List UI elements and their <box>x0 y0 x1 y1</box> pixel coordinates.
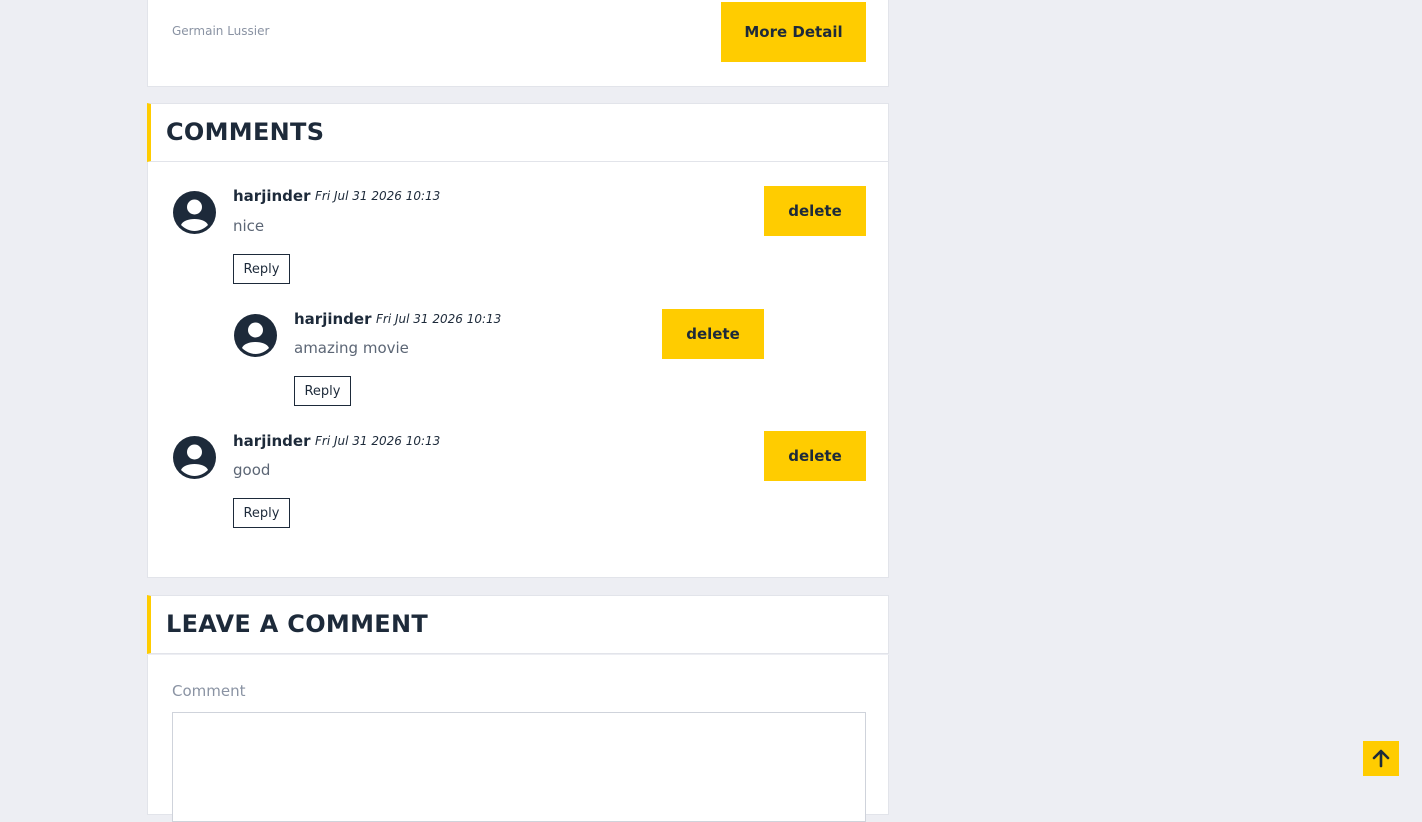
comment-date: Fri Jul 31 2026 10:13 <box>376 312 502 326</box>
user-avatar-icon <box>234 314 277 357</box>
user-avatar-icon <box>173 436 216 479</box>
post-card: Germain Lussier More Detail <box>147 0 889 87</box>
post-author: Germain Lussier <box>172 24 270 38</box>
user-avatar-icon <box>173 191 216 234</box>
leave-comment-header: LEAVE A COMMENT <box>147 595 889 654</box>
more-detail-button[interactable]: More Detail <box>721 2 866 62</box>
comment-text: amazing movie <box>294 339 409 357</box>
comment-text: good <box>233 461 271 479</box>
reply-button[interactable]: Reply <box>233 498 290 528</box>
reply-button[interactable]: Reply <box>294 376 351 406</box>
comment-date: Fri Jul 31 2026 10:13 <box>315 189 441 203</box>
comments-list: harjinder Fri Jul 31 2026 10:13 nice Rep… <box>147 162 889 578</box>
delete-button[interactable]: delete <box>764 431 866 481</box>
comment-date: Fri Jul 31 2026 10:13 <box>315 434 441 448</box>
reply-button[interactable]: Reply <box>233 254 290 284</box>
comment-field-label: Comment <box>172 682 246 700</box>
leave-comment-form: Comment <box>147 655 889 822</box>
comments-title: COMMENTS <box>166 118 325 146</box>
arrow-up-icon <box>1372 749 1390 768</box>
scroll-to-top-button[interactable] <box>1363 741 1399 776</box>
comments-header: COMMENTS <box>147 103 889 162</box>
delete-button[interactable]: delete <box>662 309 764 359</box>
comment-text: nice <box>233 217 265 235</box>
leave-comment-title: LEAVE A COMMENT <box>166 610 429 638</box>
comment-author: harjinder <box>233 187 311 205</box>
delete-button[interactable]: delete <box>764 186 866 236</box>
comment-author: harjinder <box>233 432 311 450</box>
comment-author: harjinder <box>294 310 372 328</box>
comment-textarea[interactable] <box>172 712 866 822</box>
